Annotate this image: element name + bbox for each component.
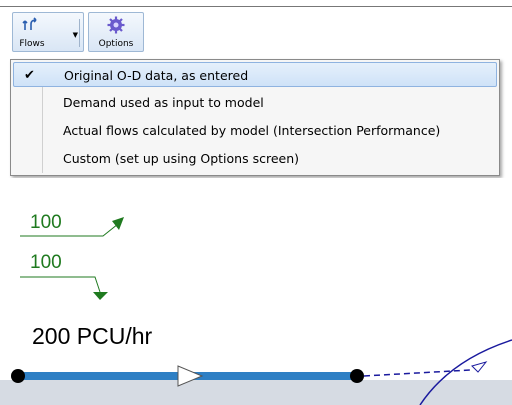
flow-arrowhead-2 — [93, 292, 108, 300]
pcu-flow-label: 200 PCU/hr — [32, 323, 153, 349]
flow-arrow-1 — [20, 223, 119, 237]
node-left — [11, 369, 25, 383]
arc-arrow — [471, 361, 488, 373]
roundabout-arc — [419, 339, 512, 405]
flow-arrowhead-1 — [112, 217, 124, 230]
node-right — [350, 369, 364, 383]
direction-arrow — [177, 365, 204, 387]
dashed-link — [363, 369, 471, 377]
flow-arrow-2 — [20, 276, 101, 293]
